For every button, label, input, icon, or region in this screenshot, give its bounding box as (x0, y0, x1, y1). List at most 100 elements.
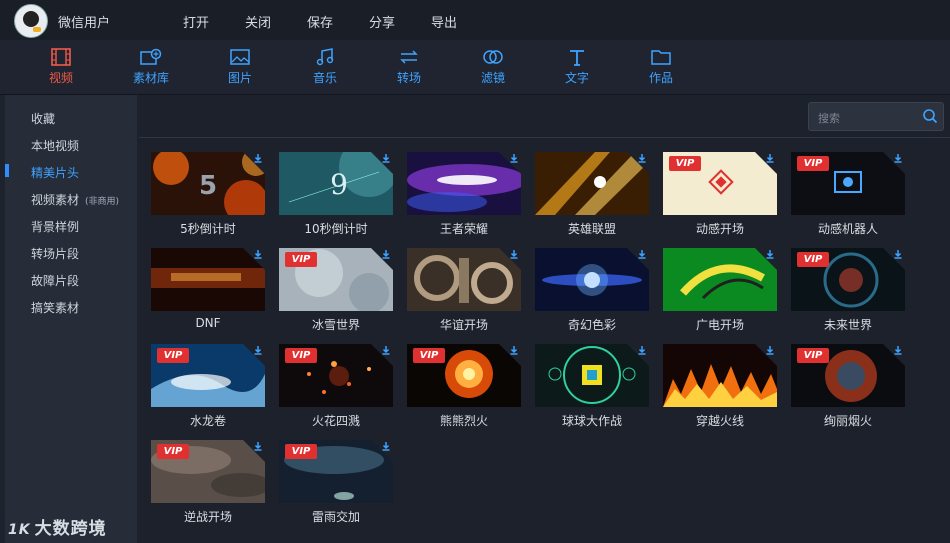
sidebar-item-funny[interactable]: 搞笑素材 (31, 299, 79, 316)
content-area: 搜索 5 5秒倒计时 9 10秒倒计时 王者荣耀 英雄联盟 VIP 动感开场 V… (139, 95, 950, 543)
menu-export[interactable]: 导出 (431, 12, 493, 31)
search-icon[interactable] (922, 108, 938, 124)
template-card[interactable]: VIP 动感机器人 (791, 152, 905, 236)
search-box[interactable]: 搜索 (808, 102, 944, 131)
menu-open[interactable]: 打开 (183, 12, 245, 31)
download-icon[interactable] (893, 345, 903, 355)
download-icon[interactable] (381, 345, 391, 355)
avatar[interactable] (14, 4, 48, 38)
search-input[interactable]: 搜索 (818, 110, 840, 126)
menu-share[interactable]: 分享 (369, 12, 431, 31)
template-card[interactable]: 穿越火线 (663, 344, 777, 428)
username[interactable]: 微信用户 (58, 12, 110, 31)
template-thumbnail[interactable]: VIP (151, 440, 265, 503)
template-card[interactable]: 球球大作战 (535, 344, 649, 428)
template-title: DNF (195, 316, 221, 330)
template-thumbnail[interactable]: VIP (279, 248, 393, 311)
template-card[interactable]: 奇幻色彩 (535, 248, 649, 332)
template-thumbnail[interactable]: 5 (151, 152, 265, 215)
watermark-logo: 1K (8, 522, 31, 538)
template-card[interactable]: VIP 动感开场 (663, 152, 777, 236)
download-icon[interactable] (381, 441, 391, 451)
template-thumbnail[interactable]: VIP (791, 152, 905, 215)
tool-label: 音乐 (312, 71, 337, 85)
tool-label: 滤镜 (480, 71, 505, 85)
menu-close[interactable]: 关闭 (245, 12, 307, 31)
template-card[interactable]: VIP 熊熊烈火 (407, 344, 521, 428)
vip-badge: VIP (413, 348, 445, 363)
template-card[interactable]: VIP 冰雪世界 (279, 248, 393, 332)
template-thumbnail[interactable] (663, 248, 777, 311)
download-icon[interactable] (637, 345, 647, 355)
sidebar-item-video-assets[interactable]: 视频素材 (非商用) (31, 191, 119, 208)
download-icon[interactable] (765, 249, 775, 259)
tool-transition[interactable]: 转场 (381, 48, 437, 86)
download-icon[interactable] (509, 153, 519, 163)
template-title: 王者荣耀 (439, 222, 488, 236)
template-thumbnail[interactable] (407, 152, 521, 215)
template-thumbnail[interactable]: VIP (791, 344, 905, 407)
sidebar-item-backgrounds[interactable]: 背景样例 (31, 218, 79, 235)
template-card[interactable]: VIP 逆战开场 (151, 440, 265, 524)
template-card[interactable]: 5 5秒倒计时 (151, 152, 265, 236)
menu-save[interactable]: 保存 (307, 12, 369, 31)
download-icon[interactable] (765, 345, 775, 355)
template-card[interactable]: 9 10秒倒计时 (279, 152, 393, 236)
template-card[interactable]: VIP 水龙卷 (151, 344, 265, 428)
download-icon[interactable] (765, 153, 775, 163)
template-thumbnail[interactable]: VIP (151, 344, 265, 407)
download-icon[interactable] (381, 153, 391, 163)
download-icon[interactable] (893, 153, 903, 163)
tool-filter[interactable]: 滤镜 (465, 48, 521, 86)
media-library-icon (140, 48, 162, 65)
template-thumbnail[interactable]: VIP (791, 248, 905, 311)
template-card[interactable]: 广电开场 (663, 248, 777, 332)
download-icon[interactable] (637, 249, 647, 259)
download-icon[interactable] (637, 153, 647, 163)
download-icon[interactable] (509, 345, 519, 355)
tool-media-library[interactable]: 素材库 (123, 48, 179, 86)
template-thumbnail[interactable]: VIP (407, 344, 521, 407)
template-card[interactable]: VIP 绚丽烟火 (791, 344, 905, 428)
download-icon[interactable] (253, 153, 263, 163)
tool-music[interactable]: 音乐 (297, 48, 353, 86)
tool-video[interactable]: 视频 (33, 48, 89, 86)
download-icon[interactable] (253, 441, 263, 451)
tool-works[interactable]: 作品 (633, 48, 689, 86)
template-thumbnail[interactable]: 9 (279, 152, 393, 215)
template-title: 绚丽烟火 (823, 414, 872, 428)
watermark: 1K 大数跨境 (8, 514, 107, 539)
tool-label: 视频 (48, 71, 73, 85)
template-card[interactable]: 英雄联盟 (535, 152, 649, 236)
sidebar-item-local-video[interactable]: 本地视频 (31, 137, 79, 154)
template-card[interactable]: 王者荣耀 (407, 152, 521, 236)
sidebar-item-transitions[interactable]: 转场片段 (31, 245, 79, 262)
title-bar: 微信用户 打开 关闭 保存 分享 导出 (0, 0, 950, 40)
download-icon[interactable] (253, 249, 263, 259)
sidebar-item-favorites[interactable]: 收藏 (31, 110, 55, 127)
download-icon[interactable] (509, 249, 519, 259)
download-icon[interactable] (893, 249, 903, 259)
template-thumbnail[interactable] (151, 248, 265, 311)
sidebar-item-intros[interactable]: 精美片头 (31, 164, 79, 181)
template-card[interactable]: VIP 火花四溅 (279, 344, 393, 428)
template-thumbnail[interactable]: VIP (663, 152, 777, 215)
template-thumbnail[interactable]: VIP (279, 440, 393, 503)
template-card[interactable]: DNF (151, 248, 265, 330)
filter-icon (483, 50, 503, 64)
sidebar-item-glitch[interactable]: 故障片段 (31, 272, 79, 289)
template-thumbnail[interactable] (535, 248, 649, 311)
template-card[interactable]: 华谊开场 (407, 248, 521, 332)
template-thumbnail[interactable] (535, 344, 649, 407)
tool-image[interactable]: 图片 (212, 48, 268, 86)
download-icon[interactable] (381, 249, 391, 259)
template-card[interactable]: VIP 雷雨交加 (279, 440, 393, 524)
template-thumbnail[interactable] (663, 344, 777, 407)
template-card[interactable]: VIP 未来世界 (791, 248, 905, 332)
template-thumbnail[interactable] (407, 248, 521, 311)
download-icon[interactable] (253, 345, 263, 355)
tool-text[interactable]: 文字 (549, 48, 605, 86)
template-title: 动感机器人 (817, 222, 878, 236)
template-thumbnail[interactable]: VIP (279, 344, 393, 407)
template-thumbnail[interactable] (535, 152, 649, 215)
